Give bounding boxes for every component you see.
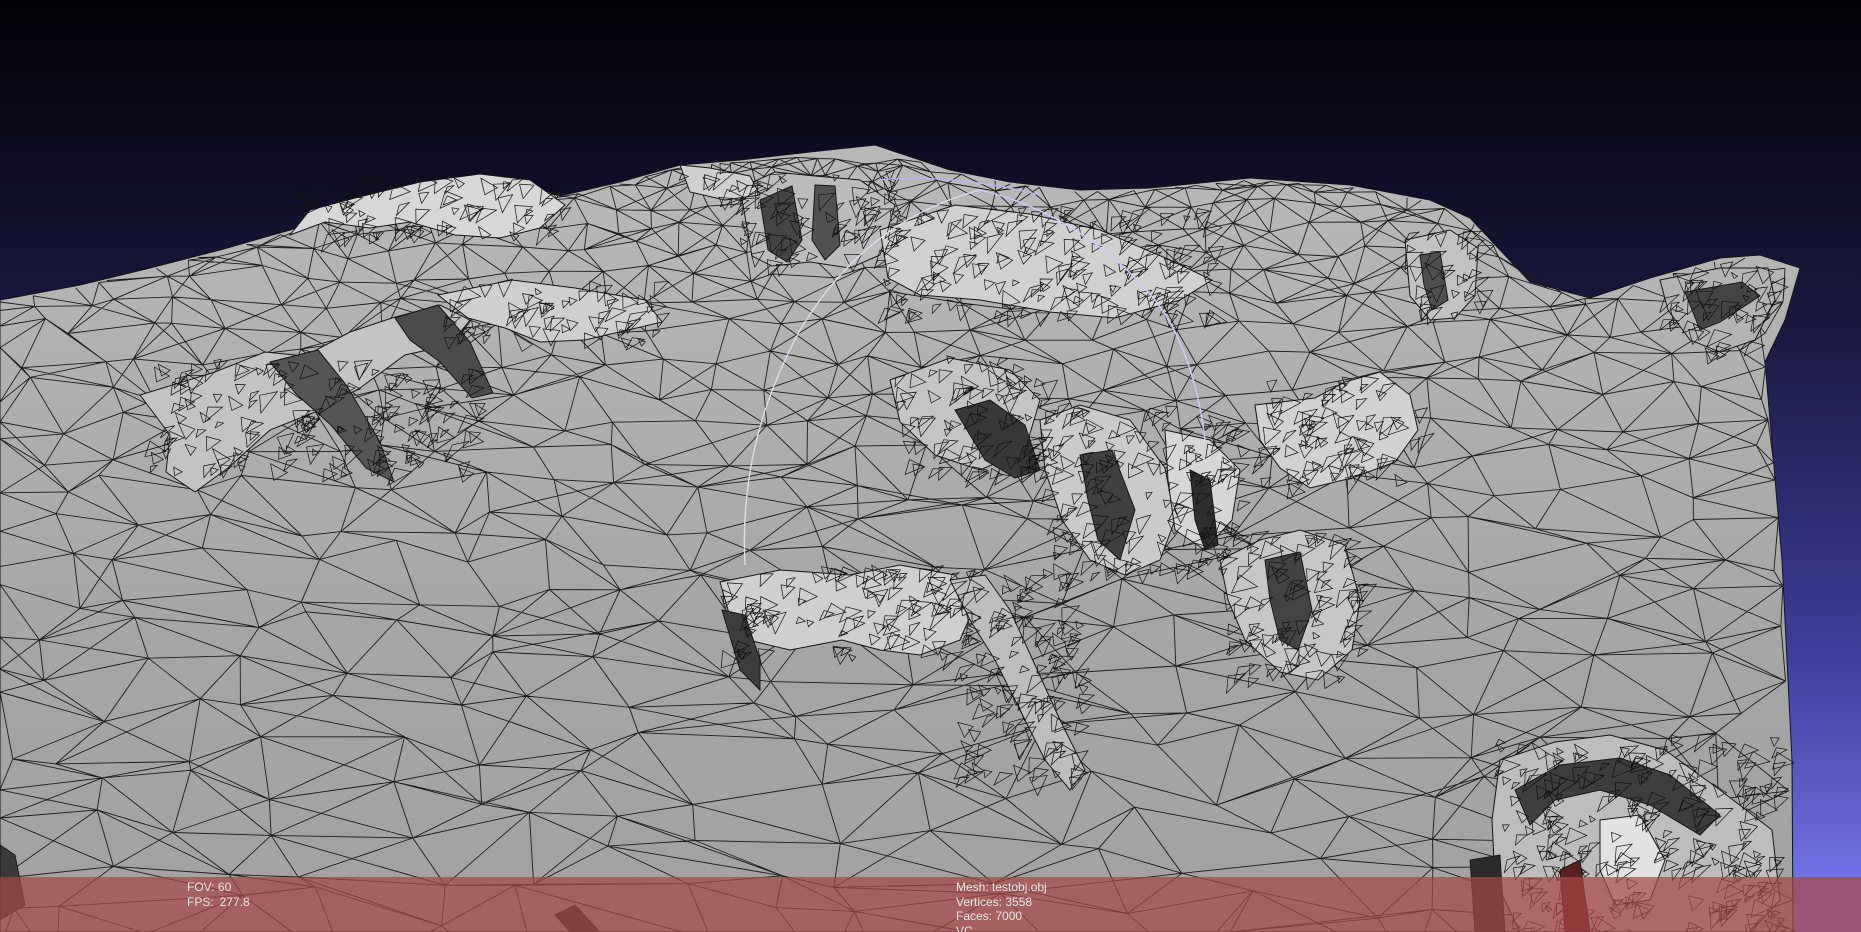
- vertices-readout: Vertices: 3558: [956, 894, 1033, 909]
- fps-label: FPS:: [187, 894, 214, 909]
- faces-readout: Faces: 7000: [956, 909, 1023, 923]
- fov-value: 60: [217, 880, 232, 894]
- mesh-name-readout: Mesh: testobj.obj: [956, 880, 1047, 894]
- 3d-viewport[interactable]: FOV: 60 FPS: 277.8 Mesh: testobj.obj Vert…: [0, 0, 1861, 932]
- fov-label: FOV:: [187, 880, 215, 894]
- fps-value: 277.8: [219, 894, 250, 909]
- fps-readout: FPS: 277.8: [187, 895, 250, 910]
- terrain-mesh-render[interactable]: [0, 0, 1861, 932]
- mesh-info: Mesh: testobj.obj Vertices: 3558 Faces: …: [956, 880, 1047, 932]
- info-overlay-panel: FOV: 60 FPS: 277.8 Mesh: testobj.obj Vert…: [0, 877, 1861, 932]
- extra-readout: VC: [956, 923, 973, 932]
- view-info: FOV: 60 FPS: 277.8: [187, 880, 250, 909]
- fov-readout: FOV: 60: [187, 880, 250, 895]
